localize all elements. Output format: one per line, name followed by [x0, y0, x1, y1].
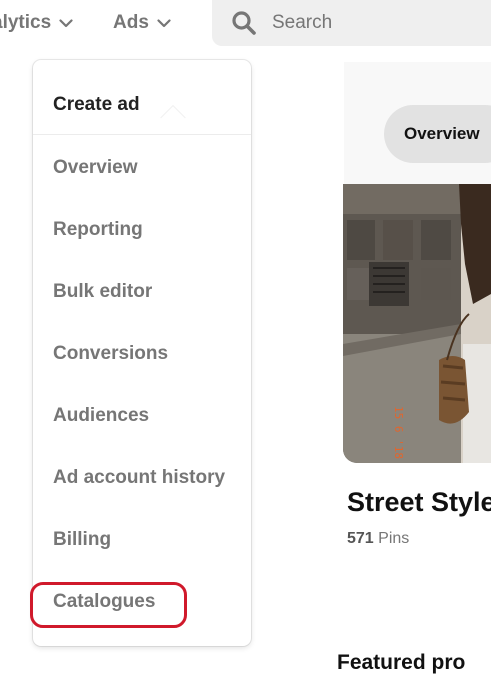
overview-tab-label: Overview [404, 124, 480, 143]
menu-item-create-ad[interactable]: Create ad [53, 94, 140, 116]
pin-count: 571 Pins [347, 530, 409, 548]
analytics-tab-label: alytics [0, 12, 52, 33]
menu-divider [33, 134, 251, 135]
featured-heading: Featured pro [337, 651, 466, 674]
board-title: Street Style [347, 487, 491, 517]
menu-item-billing[interactable]: Billing [53, 529, 111, 551]
menu-item-bulk-editor[interactable]: Bulk editor [53, 281, 152, 303]
menu-item-conversions[interactable]: Conversions [53, 343, 168, 365]
street-photo-image: 15 6 '18 [343, 184, 491, 463]
menu-item-audiences[interactable]: Audiences [53, 405, 149, 427]
top-nav: alytics Ads [0, 0, 491, 46]
search-input[interactable] [270, 11, 491, 35]
catalogues-highlight-outline [30, 582, 187, 628]
ads-tab[interactable]: Ads [113, 0, 171, 46]
chevron-down-icon [157, 19, 171, 28]
board-cover-photo[interactable]: 15 6 '18 [343, 184, 491, 463]
chevron-down-icon [59, 19, 73, 28]
menu-item-overview[interactable]: Overview [53, 157, 138, 179]
photo-timestamp: 15 6 '18 [392, 406, 405, 459]
menu-item-ad-account-history[interactable]: Ad account history [53, 467, 225, 489]
pin-count-label: Pins [378, 530, 410, 547]
ads-dropdown-menu: Create ad Overview Reporting Bulk editor… [33, 60, 251, 646]
analytics-tab[interactable]: alytics [0, 0, 73, 46]
ads-tab-label: Ads [113, 12, 149, 33]
search-bar[interactable] [212, 0, 491, 46]
menu-item-reporting[interactable]: Reporting [53, 219, 143, 241]
overview-tab-pill[interactable]: Overview [384, 105, 491, 163]
search-icon [232, 11, 256, 35]
dropdown-caret [160, 106, 186, 132]
pin-count-number: 571 [347, 530, 374, 547]
